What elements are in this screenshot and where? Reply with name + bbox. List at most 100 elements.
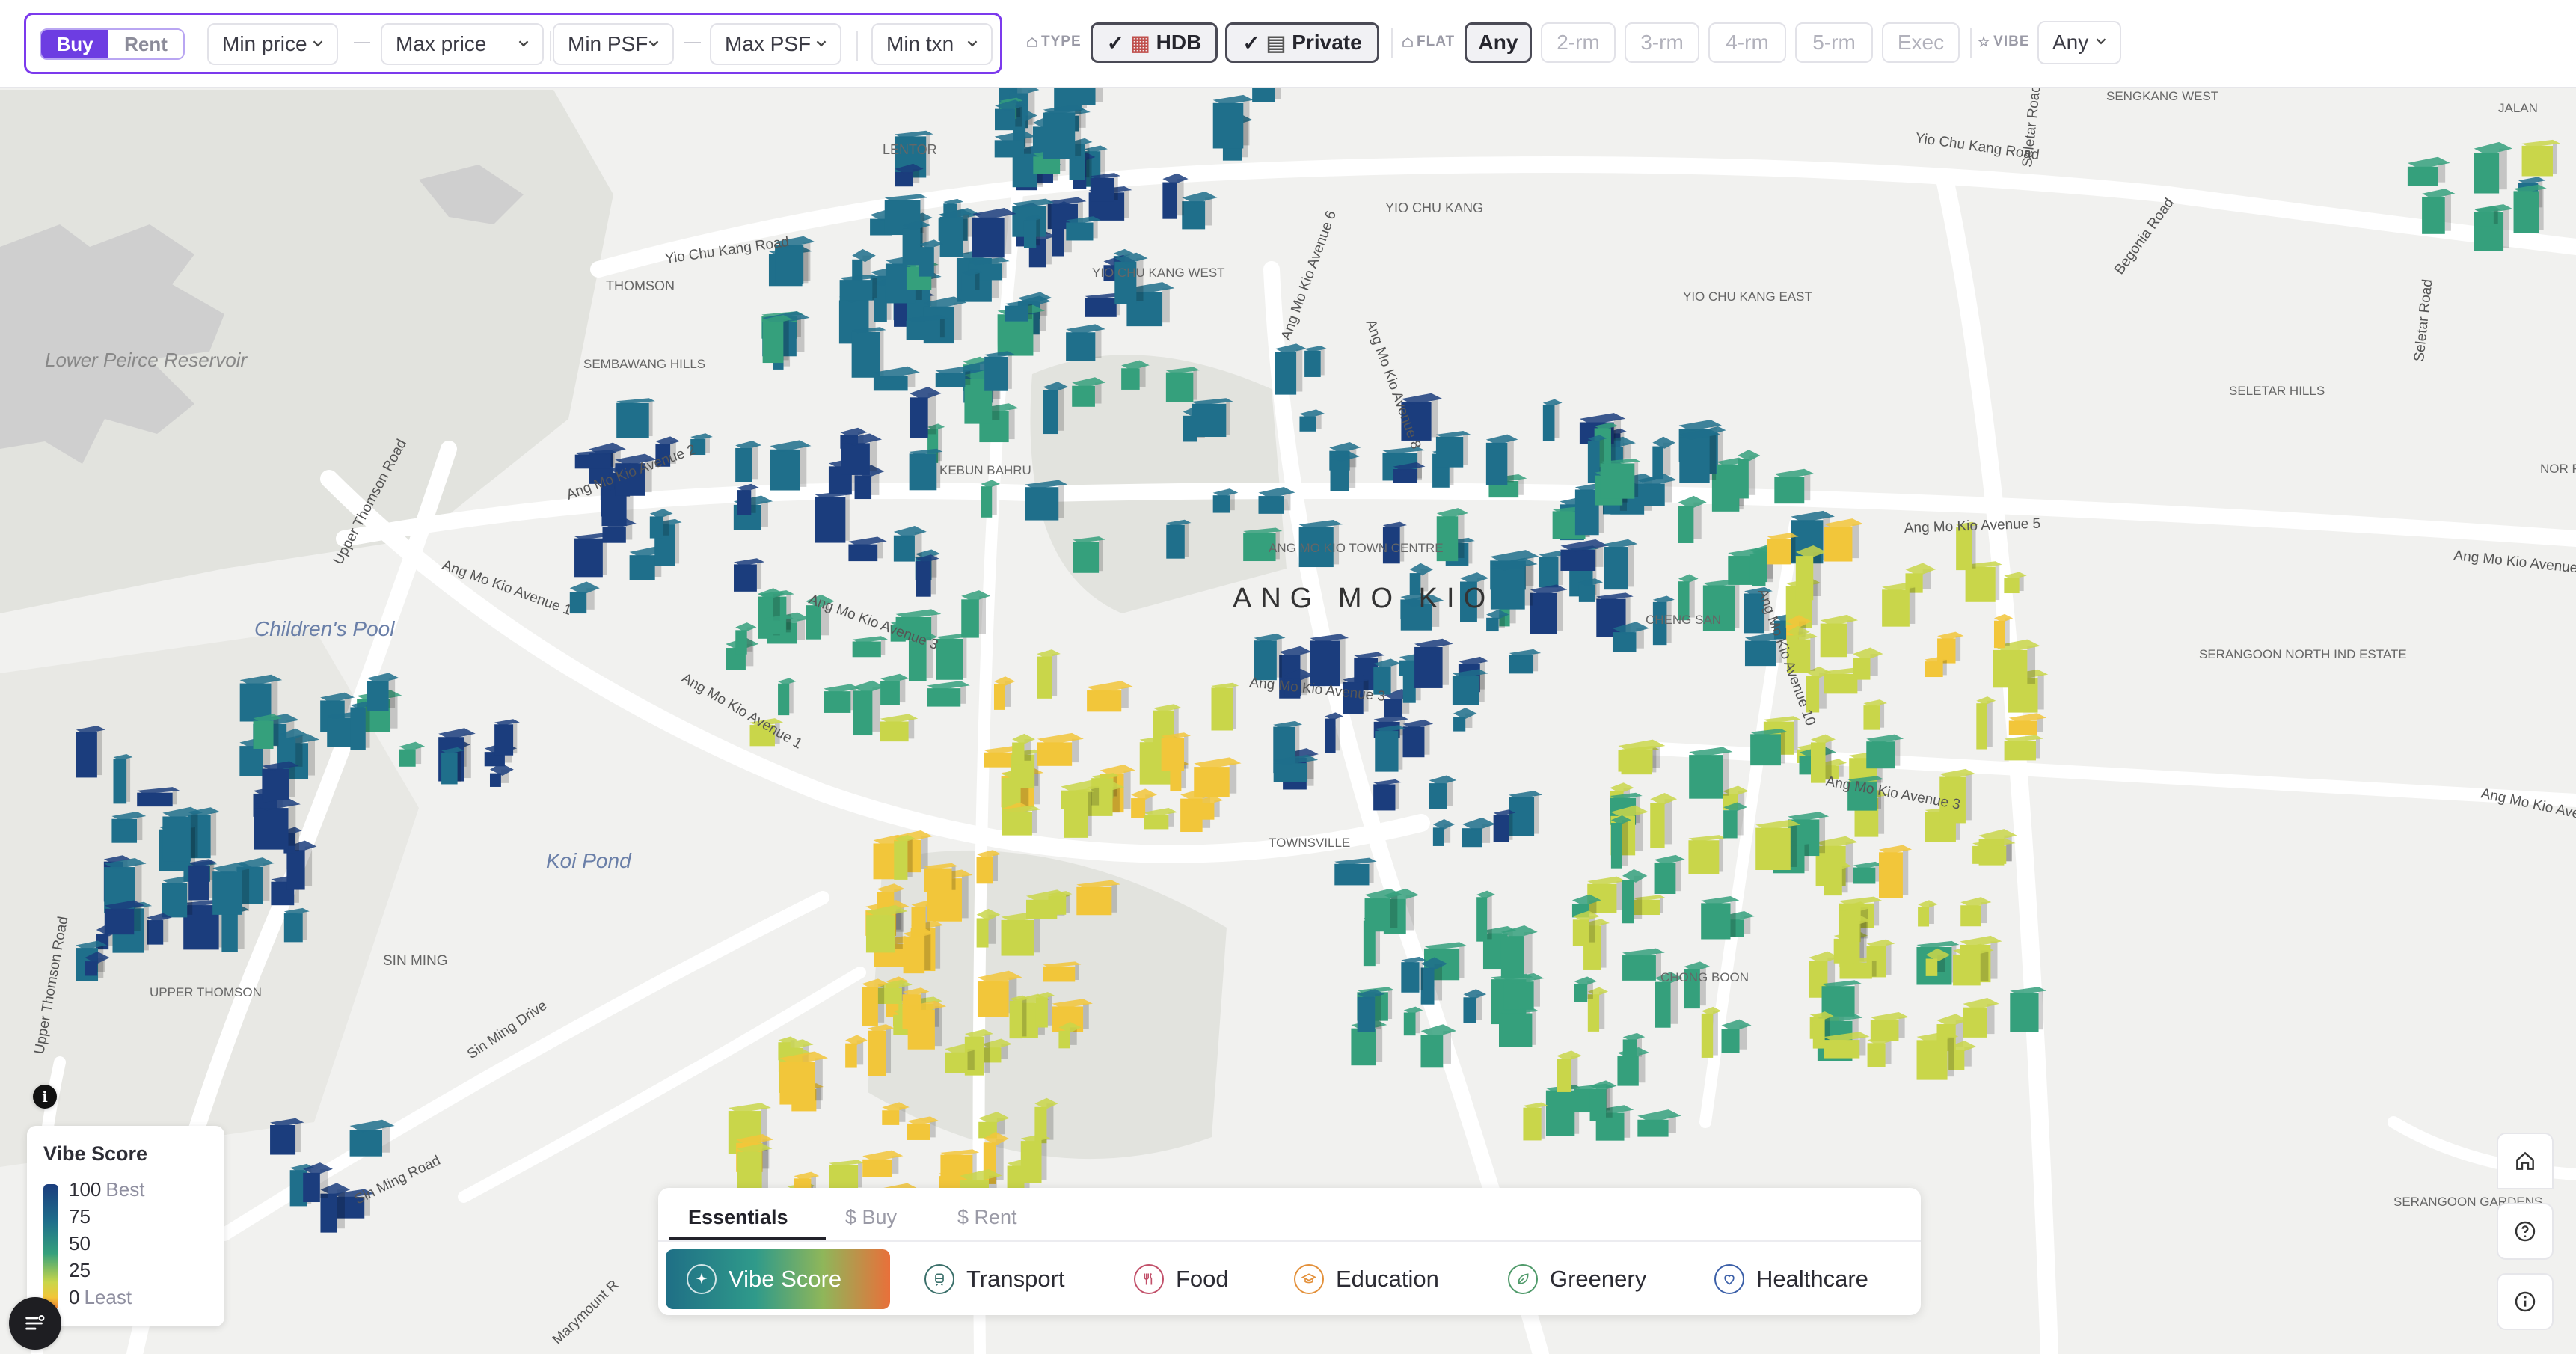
divider xyxy=(1970,28,1972,58)
building-shade xyxy=(895,911,903,949)
building-shade xyxy=(930,558,936,595)
tab-buy[interactable]: $ Buy xyxy=(845,1206,897,1229)
building-block xyxy=(2474,212,2494,227)
building-shade xyxy=(1871,960,1877,977)
place-label-sengkang-west: SENGKANG WEST xyxy=(2106,89,2218,103)
type-private-chip[interactable]: ✓ ▤ Private xyxy=(1225,22,1379,63)
building-block xyxy=(976,918,989,948)
building-block xyxy=(734,564,757,592)
attribution-info-button[interactable]: i xyxy=(33,1085,57,1109)
map-canvas[interactable]: ANG MO KIO LENTOR THOMSON SEMBAWANG HILL… xyxy=(0,88,2576,1354)
building-block xyxy=(994,108,1016,131)
building-block xyxy=(1810,742,1826,783)
flat-3rm-chip[interactable]: 3-rm xyxy=(1625,22,1699,63)
transport-layer-button[interactable]: Transport xyxy=(924,1249,1065,1309)
building-shade xyxy=(1737,807,1744,836)
building-shade xyxy=(1652,746,1660,768)
building-shade xyxy=(797,619,806,640)
tab-rent-label: Rent xyxy=(974,1206,1017,1228)
building-block xyxy=(1001,919,1034,956)
building-shade xyxy=(308,739,316,776)
place-label-yio-chu-kang-east: YIO CHU KANG EAST xyxy=(1683,290,1812,304)
min-price-select[interactable]: Min price xyxy=(207,23,338,65)
building-shade xyxy=(1839,762,1844,777)
building-shade xyxy=(2006,843,2012,862)
legend-hint: Best xyxy=(105,1178,145,1201)
building-shade xyxy=(1895,738,1901,766)
building-block xyxy=(254,808,289,850)
building-shade xyxy=(1022,999,1027,1037)
food-layer-button[interactable]: Food xyxy=(1134,1249,1229,1309)
building-shade xyxy=(1693,502,1702,539)
building-block xyxy=(1144,815,1169,830)
building-block xyxy=(961,599,979,638)
building-shade xyxy=(2019,575,2024,592)
building-block xyxy=(1486,617,1499,632)
building-block xyxy=(489,773,501,787)
flat-exec-chip[interactable]: Exec xyxy=(1882,22,1960,63)
building-shade xyxy=(1487,895,1492,940)
building-shade xyxy=(2027,646,2036,684)
building-shade xyxy=(1036,218,1040,246)
flat-5rm-chip[interactable]: 5-rm xyxy=(1795,22,1873,63)
building-block xyxy=(1393,469,1417,483)
building-block xyxy=(880,681,900,705)
legend-row-100: 100 Best xyxy=(69,1178,144,1201)
building-block xyxy=(1493,815,1509,842)
building-block xyxy=(1755,827,1791,871)
max-psf-select[interactable]: Max PSF xyxy=(710,23,841,65)
flat-4rm-chip[interactable]: 4-rm xyxy=(1708,22,1786,63)
vibe-score-label: Vibe Score xyxy=(729,1266,842,1292)
building-block xyxy=(1600,463,1635,499)
buy-toggle[interactable]: Buy xyxy=(41,30,108,58)
building-shade xyxy=(1675,860,1681,892)
building-block xyxy=(113,759,127,804)
buy-rent-toggle[interactable]: Buy Rent xyxy=(40,28,185,60)
building-block xyxy=(1364,898,1390,932)
building-block xyxy=(1993,649,2028,688)
building-shade xyxy=(1099,539,1103,572)
about-button[interactable] xyxy=(2497,1273,2554,1330)
building-block xyxy=(1073,88,1096,105)
education-layer-button[interactable]: Education xyxy=(1294,1249,1439,1309)
greenery-layer-button[interactable]: Greenery xyxy=(1508,1249,1646,1309)
max-price-select[interactable]: Max price xyxy=(381,23,544,65)
building-shade xyxy=(1046,203,1052,234)
building-block xyxy=(1463,997,1476,1023)
building-shade xyxy=(1874,901,1880,926)
min-txn-select[interactable]: Min txn xyxy=(871,23,993,65)
building-shade xyxy=(382,1126,390,1153)
flat-any-chip[interactable]: Any xyxy=(1465,22,1532,63)
building-shade xyxy=(800,446,807,487)
type-hdb-chip[interactable]: ✓ ▦ HDB xyxy=(1091,22,1218,63)
tab-rent[interactable]: $ Rent xyxy=(957,1206,1017,1229)
building-shade xyxy=(1114,176,1118,200)
flat-2rm-chip[interactable]: 2-rm xyxy=(1541,22,1616,63)
building-block xyxy=(494,724,514,756)
rent-toggle[interactable]: Rent xyxy=(108,30,183,58)
building-shade xyxy=(1589,916,1595,943)
help-button[interactable] xyxy=(2497,1203,2554,1260)
building-shade xyxy=(1744,916,1751,934)
dollar-icon: $ xyxy=(845,1206,862,1228)
building-block xyxy=(994,140,1025,158)
place-label-thomson: THOMSON xyxy=(606,278,675,293)
vibe-select[interactable]: Any xyxy=(2037,21,2121,64)
building-shade xyxy=(1719,838,1723,872)
home-button[interactable] xyxy=(2497,1133,2554,1189)
building-shade xyxy=(907,372,916,387)
building-shade xyxy=(1039,301,1046,331)
building-block xyxy=(2010,993,2039,1032)
building-shade xyxy=(2438,162,2446,183)
tab-essentials[interactable]: Essentials xyxy=(688,1206,788,1229)
building-shade xyxy=(1634,462,1639,497)
layers-menu-button[interactable] xyxy=(9,1297,61,1350)
vibe-score-layer-button[interactable]: Vibe Score xyxy=(666,1249,890,1309)
legend-value: 0 xyxy=(69,1286,80,1308)
building-shade xyxy=(1955,636,1961,661)
building-block xyxy=(939,216,963,257)
healthcare-layer-button[interactable]: Healthcare xyxy=(1714,1249,1868,1309)
building-block xyxy=(1824,1040,1860,1059)
building-shade xyxy=(1177,179,1184,216)
min-psf-select[interactable]: Min PSF xyxy=(553,23,674,65)
